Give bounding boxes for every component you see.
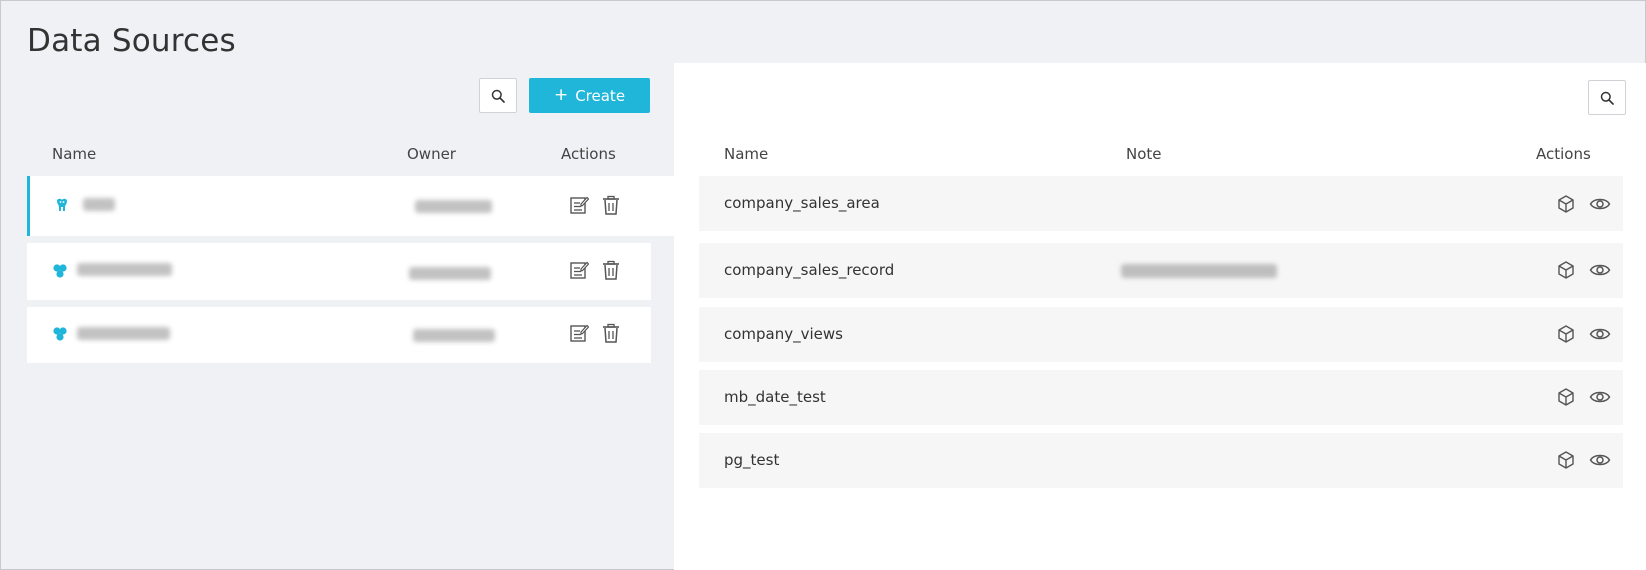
table-column-header-name[interactable]: Name <box>724 145 768 163</box>
table-row[interactable]: mb_date_test <box>699 370 1623 425</box>
cube-icon[interactable] <box>1555 449 1577 471</box>
table-name: company_views <box>724 325 843 343</box>
create-button-label: Create <box>575 86 626 105</box>
table-name: company_sales_record <box>724 261 895 279</box>
cluster-icon <box>52 263 68 279</box>
cluster-icon <box>52 326 68 342</box>
datasource-row[interactable] <box>27 176 674 236</box>
datasource-row[interactable] <box>27 243 651 300</box>
trash-icon[interactable] <box>600 194 622 216</box>
table-row[interactable]: company_sales_area <box>699 176 1623 231</box>
datasource-name-redacted <box>77 263 172 276</box>
edit-icon[interactable] <box>568 259 590 281</box>
owner-name-redacted <box>409 267 491 280</box>
eye-icon[interactable] <box>1588 323 1612 345</box>
datasource-name-redacted <box>83 198 115 211</box>
eye-icon[interactable] <box>1588 193 1612 215</box>
table-row[interactable]: company_sales_record <box>699 243 1623 298</box>
table-name: mb_date_test <box>724 388 826 406</box>
edit-icon[interactable] <box>568 194 590 216</box>
plus-icon: + <box>553 85 569 105</box>
cube-icon[interactable] <box>1555 386 1577 408</box>
datasource-name-redacted <box>77 327 170 340</box>
edit-icon[interactable] <box>568 322 590 344</box>
table-column-header-note[interactable]: Note <box>1126 145 1162 163</box>
trash-icon[interactable] <box>600 322 622 344</box>
eye-icon[interactable] <box>1588 386 1612 408</box>
search-icon <box>1600 91 1614 105</box>
postgres-icon <box>54 197 70 213</box>
column-header-owner[interactable]: Owner <box>407 145 456 163</box>
owner-name-redacted <box>413 329 495 342</box>
cube-icon[interactable] <box>1555 259 1577 281</box>
cube-icon[interactable] <box>1555 323 1577 345</box>
table-row[interactable]: pg_test <box>699 433 1623 488</box>
page-title: Data Sources <box>27 23 236 59</box>
create-button[interactable]: + Create <box>529 78 650 113</box>
table-note-redacted <box>1121 264 1277 278</box>
column-header-actions: Actions <box>561 145 616 163</box>
table-row[interactable]: company_views <box>699 307 1623 362</box>
trash-icon[interactable] <box>600 259 622 281</box>
datasource-search-button[interactable] <box>479 78 517 113</box>
table-name: company_sales_area <box>724 194 880 212</box>
datasource-row[interactable] <box>27 307 651 363</box>
cube-icon[interactable] <box>1555 193 1577 215</box>
table-search-button[interactable] <box>1588 80 1626 115</box>
app-window: Data Sources + Create Name Owner Actions <box>0 0 1646 570</box>
table-name: pg_test <box>724 451 780 469</box>
table-column-header-actions: Actions <box>1536 145 1591 163</box>
search-icon <box>491 89 505 103</box>
eye-icon[interactable] <box>1588 449 1612 471</box>
eye-icon[interactable] <box>1588 259 1612 281</box>
owner-name-redacted <box>415 200 492 213</box>
column-header-name[interactable]: Name <box>52 145 96 163</box>
